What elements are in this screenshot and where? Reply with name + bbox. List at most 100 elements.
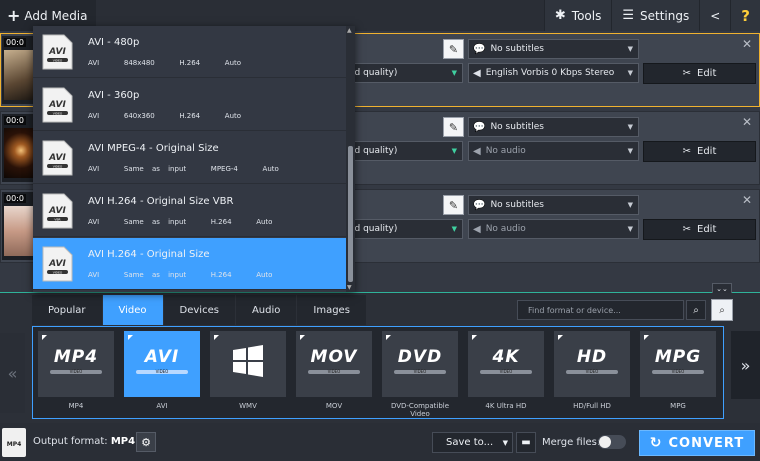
format-logo: DVD xyxy=(397,347,443,367)
folder-icon: ▬ xyxy=(521,437,531,448)
remove-file-icon[interactable]: ✕ xyxy=(742,193,752,207)
audio-select[interactable]: ◀ No audio ▼ xyxy=(468,141,639,161)
chevron-down-icon: ▼ xyxy=(451,225,457,233)
audio-select[interactable]: ◀ No audio ▼ xyxy=(468,219,639,239)
settings-button[interactable]: ☰ Settings xyxy=(611,0,700,31)
icon-badge: VBR xyxy=(54,217,60,221)
preset-item[interactable]: AVI VIDEO AVI - 480p AVI 848x480 H.264 A… xyxy=(33,26,346,78)
scroll-right-button[interactable]: » xyxy=(731,331,760,399)
subtitles-select[interactable]: 💬 No subtitles ▼ xyxy=(468,195,639,215)
speaker-icon: ◀ xyxy=(473,223,481,235)
remove-file-icon[interactable]: ✕ xyxy=(742,115,752,129)
add-media-label: Add Media xyxy=(24,8,88,23)
toggle-knob xyxy=(599,436,611,448)
output-format-prefix: Output format: xyxy=(33,436,108,447)
tab-video[interactable]: Video xyxy=(102,295,164,325)
format-search-input[interactable]: Find format or device... xyxy=(517,300,684,320)
search-icon: ⌕ xyxy=(693,304,699,316)
format-tile-wmv[interactable] xyxy=(210,331,286,397)
detect-device-button[interactable]: ⌕ xyxy=(711,299,733,321)
edit-button[interactable]: ✂ Edit xyxy=(643,141,756,162)
help-icon: ? xyxy=(741,6,750,25)
edit-title-button[interactable]: ✎ xyxy=(443,195,464,215)
format-tile-mpg[interactable]: MPG VIDEO xyxy=(640,331,716,397)
format-band: VIDEO xyxy=(652,370,704,374)
share-button[interactable]: < xyxy=(699,0,731,31)
format-label: 4K Ultra HD xyxy=(485,402,527,410)
scroll-left-button[interactable]: « xyxy=(0,333,25,413)
icon-badge: VIDEO xyxy=(53,58,63,62)
format-tile-avi[interactable]: AVI VIDEO xyxy=(124,331,200,397)
format-logo: AVI xyxy=(144,347,180,367)
preset-item[interactable]: AVI VBR AVI H.264 - Original Size VBR AV… xyxy=(33,185,346,237)
format-band: VIDEO xyxy=(50,370,102,374)
help-button[interactable]: ? xyxy=(730,0,760,31)
scissors-icon: ✂ xyxy=(682,224,691,235)
scroll-up-icon[interactable]: ▲ xyxy=(347,27,352,34)
format-label: MP4 xyxy=(68,402,84,410)
device-search-icon: ⌕ xyxy=(719,304,725,316)
quality-value: od quality) xyxy=(349,146,398,156)
icon-text: AVI xyxy=(48,259,66,269)
pencil-icon: ✎ xyxy=(448,42,459,56)
format-logo: HD xyxy=(576,347,608,367)
convert-button[interactable]: ↻ CONVERT xyxy=(639,430,755,456)
subtitles-select[interactable]: 💬 No subtitles ▼ xyxy=(468,39,639,59)
edit-title-button[interactable]: ✎ xyxy=(443,117,464,137)
format-label: MPG xyxy=(670,402,686,410)
tab-audio[interactable]: Audio xyxy=(235,295,298,325)
preset-title: AVI - 360p xyxy=(88,90,140,101)
format-tile-mov[interactable]: MOV VIDEO xyxy=(296,331,372,397)
chevron-down-icon: ▼ xyxy=(627,123,633,131)
menu-icon: ☰ xyxy=(622,8,635,23)
quality-select[interactable]: od quality) ▼ xyxy=(346,141,463,161)
output-format-value: MP4 xyxy=(110,436,136,447)
speaker-icon: ◀ xyxy=(473,67,481,79)
subtitles-select[interactable]: 💬 No subtitles ▼ xyxy=(468,117,639,137)
subtitle-icon: 💬 xyxy=(473,43,486,55)
chevron-down-icon: ▼ xyxy=(627,69,633,77)
chevron-down-icon: ▼ xyxy=(627,147,633,155)
scrollbar-thumb[interactable] xyxy=(348,146,353,282)
edit-title-button[interactable]: ✎ xyxy=(443,39,464,59)
tools-label: Tools xyxy=(571,8,602,23)
edit-label: Edit xyxy=(697,146,717,157)
avi-file-icon: AVI VIDEO xyxy=(42,87,73,123)
preset-item[interactable]: AVI VIDEO AVI MPEG-4 - Original Size AVI… xyxy=(33,132,346,184)
preset-item-selected[interactable]: AVI VIDEO AVI H.264 - Original Size AVI … xyxy=(33,238,346,290)
subtitle-icon: 💬 xyxy=(473,121,486,133)
format-label: HD/Full HD xyxy=(573,402,611,410)
format-logo: 4K xyxy=(492,347,520,367)
tab-popular[interactable]: Popular xyxy=(32,295,103,325)
quality-select[interactable]: od quality) ▼ xyxy=(346,219,463,239)
dropdown-scrollbar[interactable]: ▲ ▼ xyxy=(346,26,355,292)
format-grid: MP4 VIDEO MP4 AVI VIDEO AVI WMV MOV VIDE… xyxy=(32,326,724,419)
double-chevron-left-icon: « xyxy=(7,363,18,383)
format-tile-mp4[interactable]: MP4 VIDEO xyxy=(38,331,114,397)
format-label: AVI xyxy=(156,402,168,410)
tab-devices[interactable]: Devices xyxy=(163,295,236,325)
search-button[interactable]: ⌕ xyxy=(686,300,706,320)
format-tile-dvd[interactable]: DVD VIDEO xyxy=(382,331,458,397)
edit-button[interactable]: ✂ Edit xyxy=(643,219,756,240)
tab-images[interactable]: Images xyxy=(297,295,367,325)
tools-button[interactable]: ✱ Tools xyxy=(543,0,612,31)
merge-files-toggle[interactable] xyxy=(598,435,626,449)
audio-value: English Vorbis 0 Kbps Stereo xyxy=(485,68,615,78)
quality-select[interactable]: od quality) ▼ xyxy=(346,63,463,83)
open-folder-button[interactable]: ▬ xyxy=(516,432,536,453)
format-tile-hd[interactable]: HD VIDEO xyxy=(554,331,630,397)
save-to-select[interactable]: Save to... ▼ xyxy=(432,432,513,453)
format-settings-button[interactable]: ⚙ xyxy=(136,432,156,452)
format-tile-4k[interactable]: 4K VIDEO xyxy=(468,331,544,397)
scissors-icon: ✂ xyxy=(682,146,691,157)
scroll-down-icon[interactable]: ▼ xyxy=(347,284,352,291)
bottom-bar: MP4 Output format: MP4 ⚙ Save to... ▼ ▬ … xyxy=(0,423,760,461)
audio-select[interactable]: ◀ English Vorbis 0 Kbps Stereo ▼ xyxy=(468,63,639,83)
chevron-down-icon: ▼ xyxy=(451,69,457,77)
preset-item[interactable]: AVI VIDEO AVI - 360p AVI 640x360 H.264 A… xyxy=(33,79,346,131)
edit-button[interactable]: ✂ Edit xyxy=(643,63,756,84)
remove-file-icon[interactable]: ✕ xyxy=(742,37,752,51)
audio-value: No audio xyxy=(485,224,526,234)
preset-meta: AVI 848x480 H.264 Auto xyxy=(88,59,242,67)
